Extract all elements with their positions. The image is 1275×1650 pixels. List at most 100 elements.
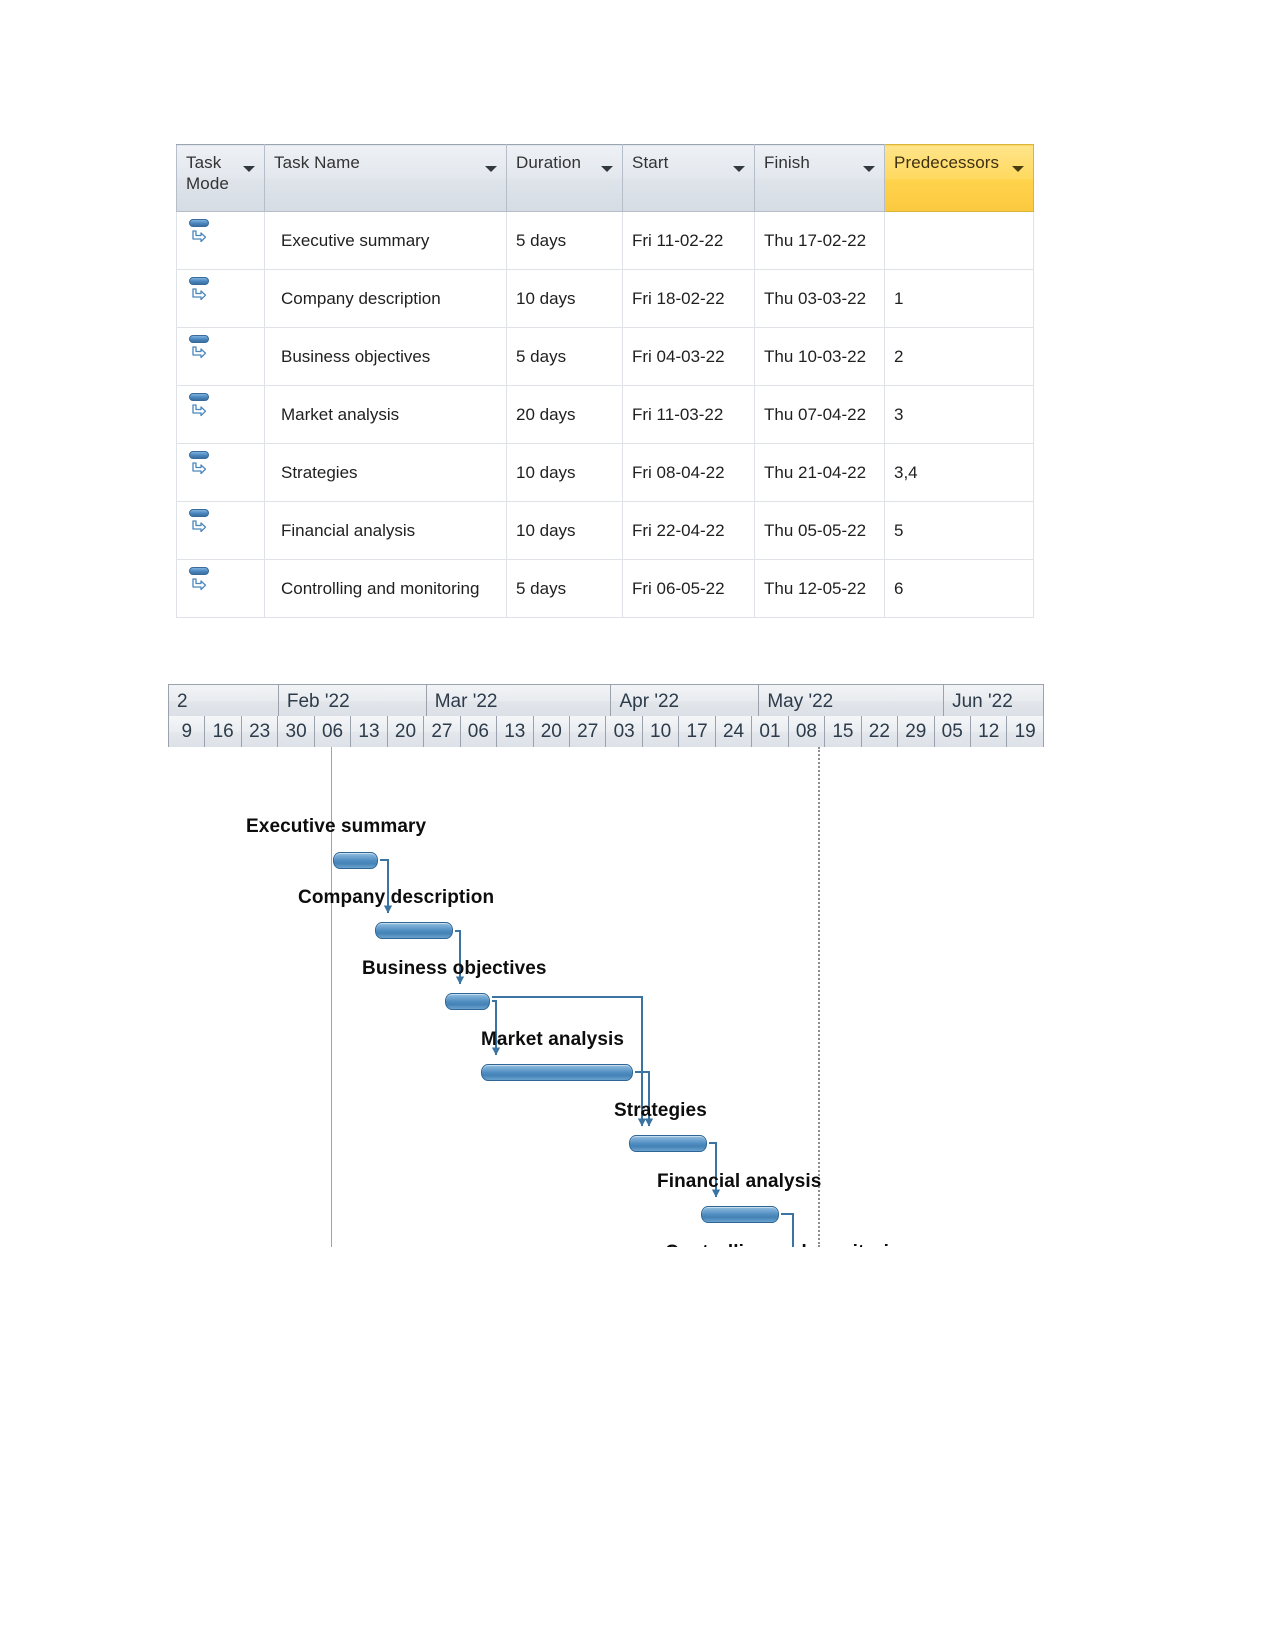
cell-task-name[interactable]: Controlling and monitoring [264,559,507,618]
cell-finish[interactable]: Thu 17-02-22 [754,211,885,270]
cell-task-mode[interactable] [176,559,265,618]
cell-finish[interactable]: Thu 10-03-22 [754,327,885,386]
timeline-day-cell: 03 [606,716,643,747]
timeline-day-cell: 08 [788,716,826,747]
column-header-start[interactable]: Start [622,144,755,212]
table-row[interactable]: Executive summary 5 days Fri 11-02-22 Thu 1… [176,211,1034,270]
cell-finish[interactable]: Thu 12-05-22 [754,559,885,618]
arrow-glyph [192,230,207,243]
cell-task-name[interactable]: Market analysis [264,385,507,444]
cell-predecessors[interactable]: 3,4 [884,443,1034,502]
table-row[interactable]: Controlling and monitoring 5 days Fri 06-0… [176,559,1034,618]
filter-dropdown-icon[interactable] [1012,166,1024,172]
cell-task-mode[interactable] [176,269,265,328]
timeline-day-cell: 30 [278,716,315,747]
arrow-glyph [192,520,207,533]
cell-predecessors[interactable]: 6 [884,559,1034,618]
cell-finish[interactable]: Thu 05-05-22 [754,501,885,560]
cell-duration[interactable]: 20 days [506,385,623,444]
cell-start[interactable]: Fri 08-04-22 [622,443,755,502]
table-row[interactable]: Business objectives 5 days Fri 04-03-22 Thu… [176,327,1034,386]
column-header-task-name-label: Task Name [274,153,360,172]
timeline-day-cell: 20 [387,716,425,747]
column-header-task-mode[interactable]: Task Mode [176,144,265,212]
cell-finish[interactable]: Thu 21-04-22 [754,443,885,502]
cell-task-mode[interactable] [176,385,265,444]
timeline-day-cell: 06 [314,716,352,747]
cell-task-mode[interactable] [176,501,265,560]
cell-start[interactable]: Fri 06-05-22 [622,559,755,618]
cell-start[interactable]: Fri 04-03-22 [622,327,755,386]
gantt-bar-label: Controlling and monitoring [665,1242,912,1247]
cell-task-name[interactable]: Company description [264,269,507,328]
gantt-bar[interactable] [333,852,378,869]
column-header-task-mode-label: Task Mode [186,153,229,194]
gantt-bar[interactable] [629,1135,707,1152]
timeline-day-cell: 06 [460,716,498,747]
cell-predecessors[interactable]: 2 [884,327,1034,386]
cell-start[interactable]: Fri 11-02-22 [622,211,755,270]
cell-task-mode[interactable] [176,327,265,386]
cell-finish[interactable]: Thu 03-03-22 [754,269,885,328]
gantt-bar-label: Financial analysis [657,1171,822,1192]
arrow-glyph [192,578,207,591]
arrow-glyph [192,346,207,359]
timeline-day-cell: 22 [861,716,899,747]
cell-start[interactable]: Fri 22-04-22 [622,501,755,560]
cell-task-name[interactable]: Strategies [264,443,507,502]
cell-task-mode[interactable] [176,443,265,502]
manually-scheduled-icon [189,451,211,477]
column-header-duration[interactable]: Duration [506,144,623,212]
column-header-task-name[interactable]: Task Name [264,144,507,212]
gantt-chart: 2 Feb '22 Mar '22 Apr '22 May '22 Jun '22 9 16… [168,684,1044,1249]
timeline-day-cell: 13 [497,716,534,747]
timeline-day-cell: 05 [934,716,971,747]
column-header-predecessors[interactable]: Predecessors [884,144,1034,212]
timeline-day-cell: 24 [715,716,753,747]
filter-dropdown-icon[interactable] [863,166,875,172]
timeline-month-cell: Feb '22 [278,685,427,717]
cell-duration[interactable]: 5 days [506,327,623,386]
timeline-day-cell: 17 [679,716,716,747]
table-row[interactable]: Financial analysis 10 days Fri 22-04-22 Thu… [176,501,1034,560]
timeline-month-cell: May '22 [759,685,945,717]
cell-predecessors[interactable]: 1 [884,269,1034,328]
cell-predecessors[interactable] [884,211,1034,270]
cell-finish[interactable]: Thu 07-04-22 [754,385,885,444]
timeline-day-cell: 10 [642,716,680,747]
timeline-month-cell: 2 [169,685,279,717]
cell-predecessors[interactable]: 5 [884,501,1034,560]
cell-task-name[interactable]: Executive summary [264,211,507,270]
timeline-day-cell: 13 [351,716,388,747]
cell-start[interactable]: Fri 18-02-22 [622,269,755,328]
cell-duration[interactable]: 10 days [506,501,623,560]
table-row[interactable]: Company description 10 days Fri 18-02-22 Th… [176,269,1034,328]
gantt-bar[interactable] [701,1206,779,1223]
cell-task-mode[interactable] [176,211,265,270]
table-row[interactable]: Strategies 10 days Fri 08-04-22 Thu 21-04-2… [176,443,1034,502]
cell-task-name[interactable]: Financial analysis [264,501,507,560]
cell-duration[interactable]: 10 days [506,269,623,328]
filter-dropdown-icon[interactable] [243,166,255,172]
gantt-bar[interactable] [375,922,453,939]
cell-task-name[interactable]: Business objectives [264,327,507,386]
filter-dropdown-icon[interactable] [733,166,745,172]
timeline-day-cell: 27 [569,716,607,747]
task-table-container: Task Mode Task Name Duration Start Finis… [176,144,1034,618]
column-header-finish[interactable]: Finish [754,144,885,212]
cell-start[interactable]: Fri 11-03-22 [622,385,755,444]
cell-duration[interactable]: 5 days [506,211,623,270]
cell-duration[interactable]: 5 days [506,559,623,618]
table-row[interactable]: Market analysis 20 days Fri 11-03-22 Thu 07… [176,385,1034,444]
timeline-day-cell: 16 [205,716,242,747]
cell-predecessors[interactable]: 3 [884,385,1034,444]
gantt-plot-area: Executive summary Company description Busi… [168,747,1044,1247]
timeline-day-cell: 19 [1007,716,1044,747]
arrow-glyph [192,288,207,301]
gantt-bar[interactable] [445,993,490,1010]
gantt-bar[interactable] [481,1064,633,1081]
timeline-day-cell: 29 [898,716,935,747]
filter-dropdown-icon[interactable] [485,166,497,172]
cell-duration[interactable]: 10 days [506,443,623,502]
filter-dropdown-icon[interactable] [601,166,613,172]
